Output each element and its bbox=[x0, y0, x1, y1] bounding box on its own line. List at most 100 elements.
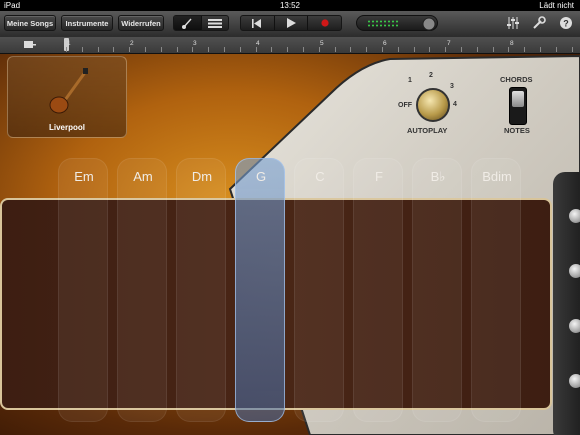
ruler-tick bbox=[161, 47, 162, 52]
battery-status: Lädt nicht bbox=[539, 1, 574, 10]
autoplay-pos-1: 1 bbox=[408, 77, 412, 84]
tracks-icon bbox=[207, 19, 222, 28]
ruler-tick bbox=[398, 47, 399, 52]
chord-label: G bbox=[255, 169, 267, 184]
ruler-tick bbox=[66, 47, 67, 52]
ruler-tick bbox=[224, 47, 225, 52]
ruler-tick bbox=[319, 47, 320, 52]
ruler-tick bbox=[572, 47, 573, 52]
ruler-mark: 6 bbox=[383, 40, 387, 47]
tracks-view-button[interactable] bbox=[202, 16, 229, 30]
control-knob[interactable] bbox=[569, 209, 580, 223]
ruler-tick bbox=[414, 47, 415, 52]
ruler-tick bbox=[271, 47, 272, 52]
ruler-tick bbox=[477, 47, 478, 52]
ruler-tick bbox=[287, 47, 288, 52]
ruler-tick bbox=[350, 47, 351, 52]
ruler-tick bbox=[256, 47, 257, 52]
view-toggle bbox=[173, 15, 229, 31]
play-button[interactable] bbox=[275, 16, 309, 30]
add-section-icon[interactable] bbox=[24, 40, 36, 50]
chord-label: Bdim bbox=[482, 169, 512, 184]
instrument-selector[interactable]: Liverpool bbox=[7, 56, 127, 138]
chords-label: CHORDS bbox=[500, 75, 533, 84]
chord-label: Em bbox=[74, 169, 94, 184]
ruler-tick bbox=[82, 47, 83, 52]
control-knob[interactable] bbox=[569, 319, 580, 333]
input-level-meter bbox=[356, 15, 438, 31]
chord-label: C bbox=[315, 169, 325, 184]
ruler-tick bbox=[508, 47, 509, 52]
autoplay-label: AUTOPLAY bbox=[407, 126, 448, 135]
ruler-mark: 3 bbox=[193, 40, 197, 47]
instruments-button[interactable]: Instrumente bbox=[61, 15, 113, 31]
autoplay-pos-2: 2 bbox=[429, 72, 433, 79]
mixer-icon[interactable] bbox=[506, 16, 520, 30]
chord-strip-em[interactable]: Em bbox=[58, 158, 108, 422]
wrench-icon[interactable] bbox=[532, 16, 546, 30]
chord-strip-g[interactable]: G bbox=[235, 158, 285, 422]
chord-label: Dm bbox=[191, 169, 213, 184]
autoplay-pos-4: 4 bbox=[453, 101, 457, 108]
undo-button[interactable]: Widerrufen bbox=[118, 15, 164, 31]
rewind-button[interactable] bbox=[241, 16, 275, 30]
autoplay-off: OFF bbox=[398, 102, 412, 109]
ruler-tick bbox=[445, 47, 446, 52]
ruler-tick bbox=[366, 47, 367, 52]
instrument-name: Liverpool bbox=[48, 123, 85, 132]
rewind-icon bbox=[252, 18, 262, 28]
ruler-mark: 7 bbox=[447, 40, 451, 47]
chord-strip-bflat[interactable]: B♭ bbox=[412, 158, 462, 422]
svg-text:?: ? bbox=[563, 19, 569, 29]
ruler-tick bbox=[129, 47, 130, 52]
ruler-tick bbox=[303, 47, 304, 52]
status-bar: iPad 13:52 Lädt nicht bbox=[0, 0, 580, 11]
help-icon[interactable]: ? bbox=[559, 16, 573, 30]
ruler-tick bbox=[240, 47, 241, 52]
toolbar: Meine Songs Instrumente Widerrufen ? bbox=[0, 11, 580, 38]
chord-strip-f[interactable]: F bbox=[353, 158, 403, 422]
guitar-stage: Liverpool 1 2 3 4 OFF AUTOPLAY CHORDS NO… bbox=[0, 54, 580, 435]
chords-notes-switch[interactable] bbox=[509, 87, 527, 125]
ruler-mark: 2 bbox=[130, 40, 134, 47]
bass-guitar-icon bbox=[49, 68, 88, 114]
ruler-tick bbox=[429, 47, 430, 52]
ruler-tick bbox=[113, 47, 114, 52]
transport-controls bbox=[240, 15, 342, 31]
ruler-tick bbox=[145, 47, 146, 52]
clock: 13:52 bbox=[279, 1, 301, 10]
ruler-mark: 4 bbox=[256, 40, 260, 47]
notes-label: NOTES bbox=[504, 126, 530, 135]
chord-strip-dm[interactable]: Dm bbox=[176, 158, 226, 422]
my-songs-button[interactable]: Meine Songs bbox=[4, 15, 56, 31]
record-icon bbox=[321, 19, 329, 27]
autoplay-pos-3: 3 bbox=[450, 83, 454, 90]
autoplay-knob[interactable] bbox=[416, 88, 450, 122]
chord-label: F bbox=[375, 169, 383, 184]
chord-strip-bdim[interactable]: Bdim bbox=[471, 158, 521, 422]
ruler-mark: 8 bbox=[510, 40, 514, 47]
ruler-tick bbox=[493, 47, 494, 52]
control-knob[interactable] bbox=[569, 374, 580, 388]
chord-label: Am bbox=[133, 169, 153, 184]
guitar-view-button[interactable] bbox=[174, 16, 202, 30]
ruler-tick bbox=[208, 47, 209, 52]
play-icon bbox=[286, 18, 296, 28]
record-button[interactable] bbox=[308, 16, 341, 30]
ruler-tick bbox=[461, 47, 462, 52]
chord-strip-c[interactable]: C bbox=[294, 158, 344, 422]
level-leds bbox=[368, 17, 436, 31]
chord-label: B♭ bbox=[430, 169, 446, 184]
ruler-tick bbox=[382, 47, 383, 52]
control-knob[interactable] bbox=[569, 264, 580, 278]
ruler-tick bbox=[524, 47, 525, 52]
guitar-icon bbox=[182, 18, 192, 29]
ruler-tick bbox=[192, 47, 193, 52]
chord-strip-am[interactable]: Am bbox=[117, 158, 167, 422]
ruler-tick bbox=[335, 47, 336, 52]
ruler-tick bbox=[177, 47, 178, 52]
ruler-mark: 1 bbox=[67, 40, 71, 47]
ruler-tick bbox=[540, 47, 541, 52]
ruler-tick bbox=[556, 47, 557, 52]
timeline-ruler[interactable]: 1 2 3 4 5 6 7 8 bbox=[0, 37, 580, 54]
